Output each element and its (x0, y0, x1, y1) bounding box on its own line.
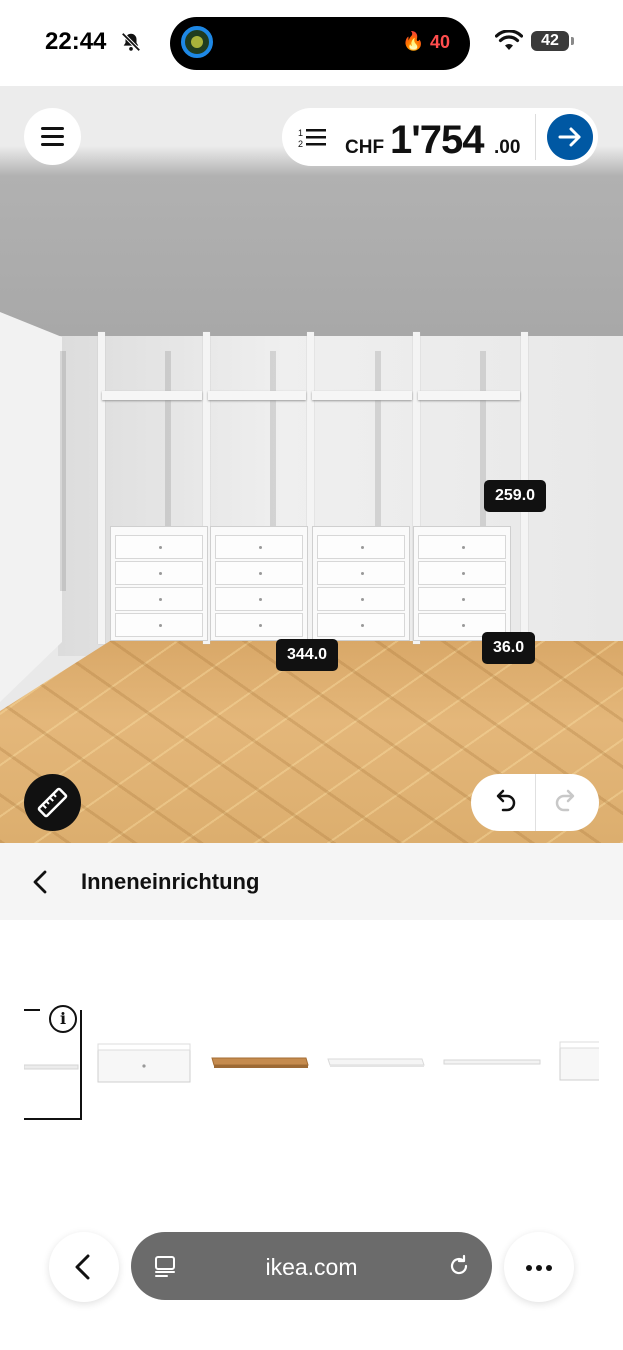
drawer (418, 535, 506, 559)
drawer (317, 535, 405, 559)
clothes-rail[interactable] (102, 391, 202, 400)
divider (535, 114, 536, 160)
undo-redo-group (471, 774, 599, 831)
more-options-button[interactable] (504, 1232, 574, 1302)
product-rail-partial[interactable] (24, 1060, 80, 1074)
url-text: ikea.com (265, 1254, 358, 1280)
activity-ring-icon (181, 26, 213, 58)
product-shelf-white[interactable] (326, 1055, 426, 1071)
clothes-rail[interactable] (418, 391, 520, 400)
fire-icon: 🔥 (402, 31, 425, 51)
drawer-unit[interactable] (110, 526, 208, 641)
currency-label: CHF (345, 137, 385, 158)
product-drawer-white[interactable] (96, 1040, 194, 1088)
drawer (115, 535, 203, 559)
drawer (115, 613, 203, 637)
price-summary[interactable]: 1 2 CHF 1'754 .00 (282, 108, 598, 166)
left-wall (0, 312, 62, 702)
drawer (215, 587, 303, 611)
drawer (317, 613, 405, 637)
drawer (317, 561, 405, 585)
drawer (418, 561, 506, 585)
bell-muted-icon (121, 32, 141, 52)
product-carousel[interactable]: i (0, 920, 623, 1240)
status-bar: 22:44 🔥 40 42 (0, 0, 623, 86)
product-rail-white[interactable] (442, 1056, 542, 1070)
address-bar[interactable]: ikea.com (131, 1232, 492, 1300)
drawer (215, 613, 303, 637)
measure-button[interactable] (24, 774, 81, 831)
section-title: Inneneinrichtung (81, 869, 260, 894)
redo-icon (555, 789, 575, 812)
price-cents: .00 (494, 137, 521, 158)
streak-count: 40 (430, 32, 451, 52)
arrow-right-icon (558, 127, 581, 147)
svg-text:2: 2 (298, 139, 303, 149)
ruler-icon (37, 787, 68, 818)
drawer (215, 535, 303, 559)
drawer (317, 587, 405, 611)
width-dimension-badge[interactable]: 344.0 (276, 639, 339, 671)
wifi-icon (495, 30, 523, 50)
drawer-unit[interactable] (210, 526, 308, 641)
upright-pole[interactable] (98, 332, 105, 644)
info-icon[interactable]: i (49, 1005, 77, 1033)
chevron-left-icon (75, 1254, 90, 1280)
drawer-unit[interactable] (413, 526, 511, 641)
depth-dimension-badge[interactable]: 36.0 (482, 632, 536, 664)
browser-toolbar: ikea.com (0, 1230, 623, 1350)
product-drawer-partial[interactable] (558, 1038, 599, 1086)
section-header: Inneneinrichtung (0, 843, 623, 920)
drawer (115, 587, 203, 611)
room-3d-view[interactable]: 259.0 344.0 36.0 (0, 86, 623, 843)
svg-text:1: 1 (298, 128, 303, 138)
battery-indicator: 42 (531, 31, 569, 51)
clock: 22:44 (45, 28, 107, 55)
chevron-left-icon[interactable] (30, 869, 52, 895)
numbered-list-icon: 1 2 (298, 128, 326, 149)
height-dimension-badge[interactable]: 259.0 (484, 480, 547, 512)
undo-button[interactable] (471, 774, 535, 831)
drawer (115, 561, 203, 585)
hamburger-icon (41, 135, 64, 138)
battery-tip (571, 37, 574, 45)
total-price: 1'754 (390, 118, 484, 162)
hamburger-icon (41, 127, 64, 130)
clothes-rail[interactable] (312, 391, 412, 400)
dynamic-island[interactable]: 🔥 40 (170, 17, 470, 70)
hamburger-icon (41, 143, 64, 146)
drawer-unit[interactable] (312, 526, 410, 641)
continue-button[interactable] (547, 114, 593, 160)
menu-button[interactable] (24, 108, 81, 165)
browser-back-button[interactable] (49, 1232, 119, 1302)
ellipsis-icon (526, 1265, 552, 1271)
drawer (418, 587, 506, 611)
undo-icon (496, 789, 516, 812)
clothes-rail[interactable] (208, 391, 306, 400)
product-shelf-wood[interactable] (210, 1053, 310, 1073)
reload-icon[interactable] (447, 1254, 471, 1278)
drawer (215, 561, 303, 585)
redo-button[interactable] (535, 774, 600, 831)
